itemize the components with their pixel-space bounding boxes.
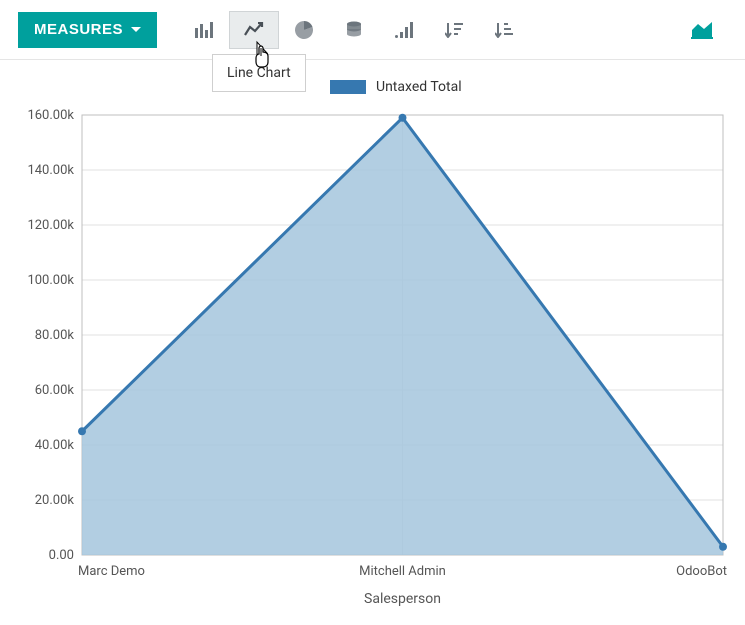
area-chart-button[interactable] xyxy=(677,11,727,49)
line-chart-icon xyxy=(244,22,264,38)
signal-icon xyxy=(395,22,413,38)
data-point[interactable] xyxy=(399,114,407,122)
x-axis-label: Salesperson xyxy=(364,591,441,607)
y-tick-label: 80.00k xyxy=(35,328,75,343)
bar-chart-icon xyxy=(195,22,213,38)
measures-button-label: MEASURES xyxy=(34,21,123,38)
line-chart[interactable]: 0.00 20.00k 40.00k 60.00k 80.00k 100.00k 120.0… xyxy=(0,105,745,625)
stacked-chart-button[interactable] xyxy=(329,11,379,49)
toolbar: MEASURES xyxy=(0,0,745,60)
y-tick-label: 100.00k xyxy=(27,273,74,288)
chart-type-tooltip: Line Chart xyxy=(212,54,306,92)
sort-desc-icon xyxy=(445,22,463,38)
pie-chart-icon xyxy=(295,21,313,39)
y-tick-label: 0.00 xyxy=(49,548,74,563)
x-tick-label: OdooBot xyxy=(676,564,727,579)
chart-type-group xyxy=(179,11,529,49)
x-tick-label: Mitchell Admin xyxy=(359,564,446,579)
caret-down-icon xyxy=(131,27,141,32)
bar-chart-button[interactable] xyxy=(179,11,229,49)
legend-label: Untaxed Total xyxy=(376,79,462,95)
y-tick-label: 20.00k xyxy=(35,493,75,508)
measures-button[interactable]: MEASURES xyxy=(18,12,157,48)
chart-area: 0.00 20.00k 40.00k 60.00k 80.00k 100.00k 120.0… xyxy=(0,60,745,625)
y-tick-label: 160.00k xyxy=(27,108,74,123)
sort-desc-button[interactable] xyxy=(429,11,479,49)
sort-asc-button[interactable] xyxy=(479,11,529,49)
area-chart-icon xyxy=(691,21,713,39)
signal-chart-button[interactable] xyxy=(379,11,429,49)
y-tick-label: 140.00k xyxy=(27,163,74,178)
y-tick-label: 40.00k xyxy=(35,438,75,453)
y-tick-label: 60.00k xyxy=(35,383,75,398)
database-icon xyxy=(346,21,362,39)
sort-asc-icon xyxy=(495,22,513,38)
chart-legend: Untaxed Total xyxy=(330,79,462,95)
y-tick-label: 120.00k xyxy=(27,218,74,233)
data-point[interactable] xyxy=(719,543,727,551)
pie-chart-button[interactable] xyxy=(279,11,329,49)
tooltip-text: Line Chart xyxy=(227,65,291,81)
x-tick-label: Marc Demo xyxy=(78,564,145,579)
data-point[interactable] xyxy=(78,427,86,435)
line-chart-button[interactable] xyxy=(229,11,279,49)
legend-swatch xyxy=(330,80,366,94)
